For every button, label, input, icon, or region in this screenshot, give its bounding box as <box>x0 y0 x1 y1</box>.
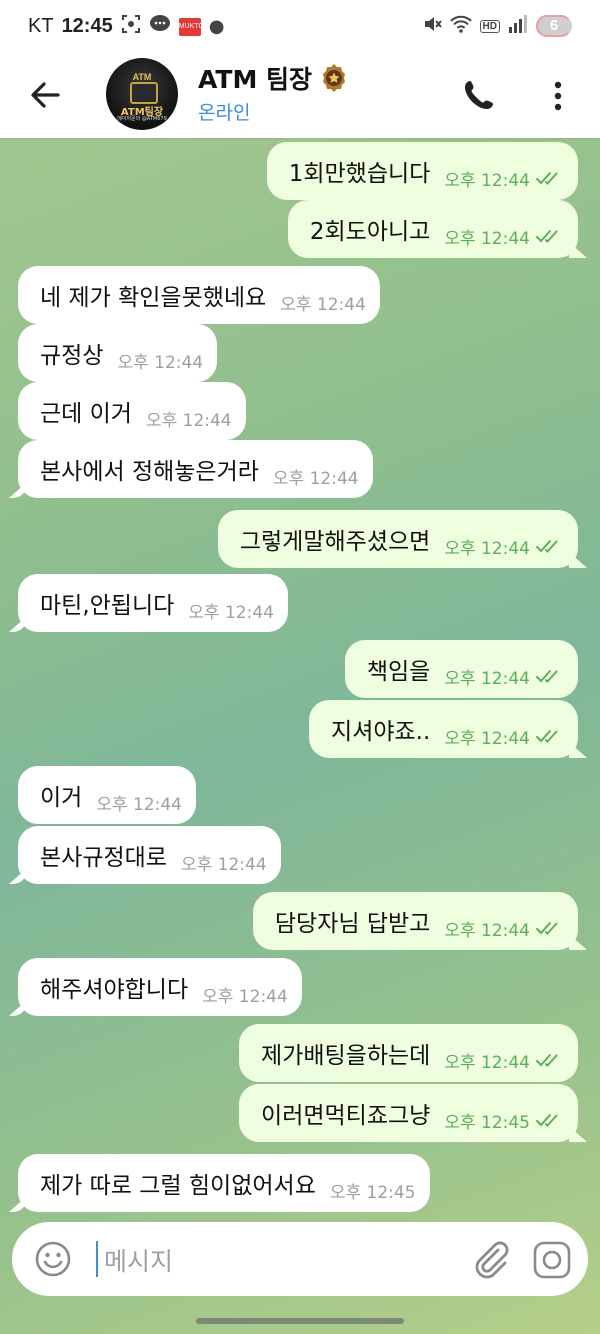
incoming-message[interactable]: 근데 이거 오후 12:44 <box>18 382 246 440</box>
status-bar: KT 12:45 MUKTO ● HD 6 <box>0 0 600 56</box>
wifi-icon <box>449 14 472 38</box>
outgoing-message[interactable]: 담당자님 답받고 오후 12:44 <box>252 892 578 950</box>
read-receipt-icon <box>536 670 558 683</box>
outgoing-message[interactable]: 제가배팅을하는데 오후 12:44 <box>239 1024 578 1082</box>
message-text: 제가 따로 그럴 힘이없어서요 <box>40 1173 316 1199</box>
message-input[interactable]: 메시지 <box>104 1242 173 1278</box>
outgoing-message[interactable]: 1회만했습니다 오후 12:44 <box>266 142 578 200</box>
message-time: 오후 12:45 <box>444 1112 530 1133</box>
outgoing-message[interactable]: 책임을 오후 12:44 <box>344 640 578 698</box>
app-notification-icon: MUKTO <box>178 17 204 36</box>
hd-voice-icon: HD <box>479 19 500 33</box>
message-text: 해주셔야합니다 <box>40 977 189 1003</box>
message-time: 오후 12:44 <box>444 538 530 559</box>
message-time: 오후 12:44 <box>444 170 530 191</box>
message-time: 오후 12:44 <box>180 854 267 875</box>
message-text: 규정상 <box>40 343 104 369</box>
read-receipt-icon <box>536 1114 558 1127</box>
message-text: 2회도아니고 <box>309 219 431 245</box>
message-text: 담당자님 답받고 <box>274 911 431 937</box>
signal-icon <box>508 15 528 37</box>
premium-badge-icon <box>323 64 346 92</box>
message-time: 오후 12:44 <box>117 352 204 373</box>
message-text: 이러면먹티죠그냥 <box>261 1103 431 1129</box>
outgoing-message[interactable]: 2회도아니고 오후 12:44 <box>287 200 578 258</box>
message-text: 제가배팅을하는데 <box>261 1043 431 1069</box>
read-receipt-icon <box>536 1054 558 1067</box>
message-text: 1회만했습니다 <box>288 161 431 187</box>
chat-title[interactable]: ATM 팀장 <box>198 60 348 96</box>
read-receipt-icon <box>536 540 558 553</box>
online-status: 온라인 <box>198 102 251 124</box>
more-vertical-icon[interactable] <box>548 76 568 116</box>
read-receipt-icon <box>536 230 558 243</box>
incoming-message[interactable]: 제가 따로 그럴 힘이없어서요 오후 12:45 <box>18 1154 430 1212</box>
chat-notification-icon <box>149 14 171 39</box>
message-text: 근데 이거 <box>40 401 132 427</box>
message-text: 마틴,안됩니다 <box>40 593 175 619</box>
message-time: 오후 12:44 <box>280 294 366 315</box>
read-receipt-icon <box>536 922 558 935</box>
avatar[interactable]: ATM ATM팀장 메이저문의 @ATM679 <box>106 58 178 130</box>
incoming-message[interactable]: 네 제가 확인을못했네요 오후 12:44 <box>18 266 380 324</box>
avatar-atm-icon <box>130 82 158 104</box>
text-caret <box>96 1241 98 1277</box>
message-text: 책임을 <box>366 659 431 685</box>
message-time: 오후 12:44 <box>188 602 274 623</box>
message-text: 본사규정대로 <box>40 845 167 871</box>
message-time: 오후 12:44 <box>444 920 530 941</box>
message-text: 그렇게말해주셨으면 <box>239 529 431 555</box>
avatar-logo-text: ATM <box>132 72 152 82</box>
emoji-icon[interactable] <box>34 1240 72 1278</box>
message-text: 이거 <box>40 785 83 811</box>
read-receipt-icon <box>536 730 558 743</box>
message-text: 지셔야죠.. <box>331 719 431 745</box>
incoming-message[interactable]: 규정상 오후 12:44 <box>18 324 218 382</box>
message-time: 오후 12:44 <box>145 410 232 431</box>
message-time: 오후 12:44 <box>202 986 288 1007</box>
incoming-message[interactable]: 본사에서 정해놓은거라 오후 12:44 <box>18 440 373 498</box>
message-time: 오후 12:44 <box>444 228 530 249</box>
chat-title-text: ATM 팀장 <box>198 65 313 94</box>
message-text: 본사에서 정해놓은거라 <box>40 459 259 485</box>
battery-indicator: 6 <box>536 15 572 37</box>
mute-icon <box>422 14 442 38</box>
chat-header: ATM ATM팀장 메이저문의 @ATM679 ATM 팀장 온라인 <box>0 56 600 138</box>
message-time: 오후 12:44 <box>272 468 359 489</box>
phone-icon[interactable] <box>462 78 496 112</box>
home-indicator <box>196 1318 404 1324</box>
read-receipt-icon <box>536 172 558 185</box>
message-time: 오후 12:44 <box>444 668 530 689</box>
incoming-message[interactable]: 이거 오후 12:44 <box>18 766 197 824</box>
incoming-message[interactable]: 마틴,안됩니다 오후 12:44 <box>18 574 288 632</box>
outgoing-message[interactable]: 지셔야죠.. 오후 12:44 <box>309 700 578 758</box>
attachment-icon[interactable] <box>470 1238 510 1280</box>
clock: 12:45 <box>61 15 113 37</box>
message-time: 오후 12:45 <box>329 1182 416 1203</box>
camera-icon[interactable] <box>532 1240 572 1280</box>
message-time: 오후 12:44 <box>96 794 183 815</box>
battery-ring <box>536 15 572 37</box>
message-text: 네 제가 확인을못했네요 <box>40 285 267 311</box>
message-time: 오후 12:44 <box>444 1052 530 1073</box>
screenshot-icon <box>121 14 141 39</box>
dot-icon: ● <box>208 16 225 37</box>
carrier-label: KT <box>28 15 54 37</box>
avatar-sub-text: 메이저문의 @ATM679 <box>117 116 167 122</box>
back-arrow-icon[interactable] <box>28 78 62 112</box>
outgoing-message[interactable]: 그렇게말해주셨으면 오후 12:44 <box>217 510 578 568</box>
message-time: 오후 12:44 <box>444 728 530 749</box>
outgoing-message[interactable]: 이러면먹티죠그냥 오후 12:45 <box>239 1084 578 1142</box>
message-composer: 메시지 <box>12 1222 588 1296</box>
incoming-message[interactable]: 본사규정대로 오후 12:44 <box>18 826 281 884</box>
incoming-message[interactable]: 해주셔야합니다 오후 12:44 <box>18 958 302 1016</box>
